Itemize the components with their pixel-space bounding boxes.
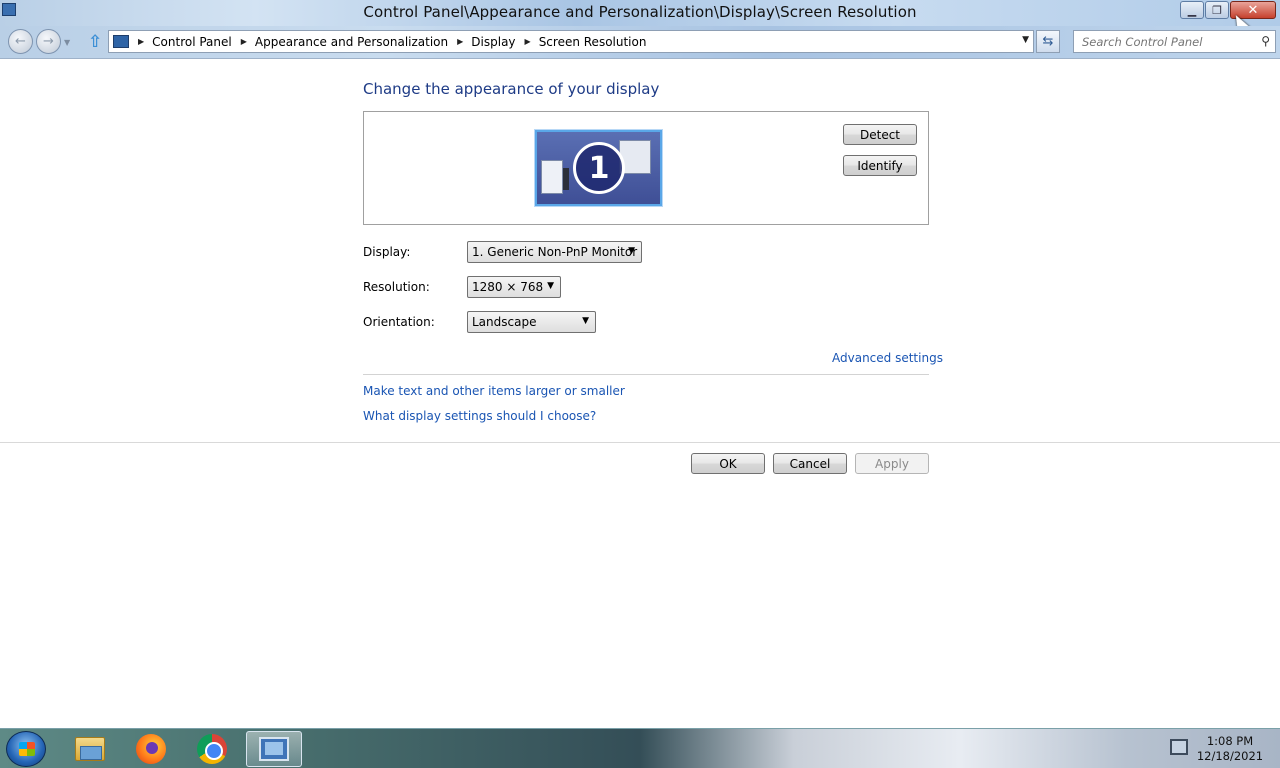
monitor-number-badge: 1 <box>573 142 625 194</box>
up-level-button[interactable]: ⇧ <box>88 32 102 52</box>
display-label: Display: <box>363 245 411 259</box>
chevron-down-icon: ▼ <box>628 246 635 256</box>
apply-button[interactable]: Apply <box>855 453 929 474</box>
system-clock[interactable]: 1:08 PM 12/18/2021 <box>1196 734 1264 764</box>
breadcrumb-separator-icon[interactable]: ▶ <box>241 37 247 46</box>
breadcrumb-screen-resolution[interactable]: Screen Resolution <box>539 35 647 49</box>
taskbar-chrome-button[interactable] <box>184 731 240 767</box>
breadcrumb-display[interactable]: Display <box>471 35 515 49</box>
monitor-1-preview[interactable]: 1 <box>535 130 662 206</box>
page-title: Change the appearance of your display <box>363 80 660 98</box>
cancel-button[interactable]: Cancel <box>773 453 847 474</box>
back-arrow-icon: ← <box>15 34 26 49</box>
footer-divider <box>0 442 1280 443</box>
chrome-icon <box>197 734 227 764</box>
network-tray-icon[interactable] <box>1170 739 1188 755</box>
chevron-down-icon: ▼ <box>547 281 554 291</box>
minimize-icon: ▁ <box>1187 3 1197 17</box>
control-panel-icon <box>113 35 129 48</box>
taskbar-explorer-button[interactable] <box>62 731 118 767</box>
advanced-settings-link[interactable]: Advanced settings <box>832 351 943 365</box>
clock-date: 12/18/2021 <box>1196 749 1264 763</box>
firefox-icon <box>136 734 166 764</box>
taskbar-control-panel-button[interactable] <box>246 731 302 767</box>
monitor-arrangement-panel: 1 Detect Identify <box>363 111 929 225</box>
restore-icon: ❐ <box>1212 3 1222 17</box>
maximize-button[interactable]: ❐ <box>1205 1 1229 19</box>
clock-time: 1:08 PM <box>1206 734 1254 748</box>
forward-arrow-icon: → <box>43 34 54 49</box>
breadcrumb-separator-icon[interactable]: ▶ <box>138 37 144 46</box>
forward-button[interactable]: → <box>36 29 61 54</box>
resolution-label: Resolution: <box>363 280 430 294</box>
breadcrumb-separator-icon[interactable]: ▶ <box>457 37 463 46</box>
recent-pages-dropdown-icon[interactable]: ▼ <box>64 38 70 47</box>
breadcrumb-appearance-personalization[interactable]: Appearance and Personalization <box>255 35 448 49</box>
start-button[interactable] <box>6 731 46 767</box>
resolution-select[interactable]: 1280 × 768 ▼ <box>467 276 561 298</box>
orientation-select[interactable]: Landscape ▼ <box>467 311 596 333</box>
windows-logo-icon <box>19 742 35 756</box>
refresh-icon: ⇆ <box>1042 34 1054 49</box>
orientation-label: Orientation: <box>363 315 435 329</box>
title-bar: Control Panel\Appearance and Personaliza… <box>0 0 1280 35</box>
display-select-value: 1. Generic Non-PnP Monitor <box>472 245 638 259</box>
window-title: Control Panel\Appearance and Personaliza… <box>363 3 917 21</box>
minimize-button[interactable]: ▁ <box>1180 1 1204 19</box>
search-input[interactable] <box>1074 31 1244 52</box>
chevron-down-icon: ▼ <box>582 316 589 326</box>
navigation-divider <box>0 58 1280 59</box>
content-divider <box>363 374 929 375</box>
orientation-select-value: Landscape <box>472 315 537 329</box>
taskbar: 1:08 PM 12/18/2021 <box>0 728 1280 768</box>
breadcrumb-control-panel[interactable]: Control Panel <box>152 35 232 49</box>
preview-window-icon <box>541 160 563 194</box>
close-icon: ✕ <box>1247 2 1259 18</box>
detect-button[interactable]: Detect <box>843 124 917 145</box>
address-dropdown-icon[interactable]: ▼ <box>1022 35 1029 45</box>
back-button[interactable]: ← <box>8 29 33 54</box>
resolution-select-value: 1280 × 768 <box>472 280 544 294</box>
display-settings-help-link[interactable]: What display settings should I choose? <box>363 409 596 423</box>
identify-button[interactable]: Identify <box>843 155 917 176</box>
display-select[interactable]: 1. Generic Non-PnP Monitor ▼ <box>467 241 642 263</box>
address-bar[interactable]: ▶ Control Panel ▶ Appearance and Persona… <box>108 30 1034 53</box>
text-size-link[interactable]: Make text and other items larger or smal… <box>363 384 625 398</box>
navigation-bar: ← → ▼ ⇧ ▶ Control Panel ▶ Appearance and… <box>0 26 1280 58</box>
folder-icon <box>75 737 105 761</box>
search-icon[interactable]: ⚲ <box>1261 34 1270 48</box>
preview-sidebar-icon <box>563 168 569 190</box>
refresh-button[interactable]: ⇆ <box>1036 30 1060 53</box>
breadcrumb-separator-icon[interactable]: ▶ <box>525 37 531 46</box>
ok-button[interactable]: OK <box>691 453 765 474</box>
control-panel-icon <box>259 737 289 761</box>
search-box[interactable]: ⚲ <box>1073 30 1276 53</box>
taskbar-firefox-button[interactable] <box>123 731 179 767</box>
